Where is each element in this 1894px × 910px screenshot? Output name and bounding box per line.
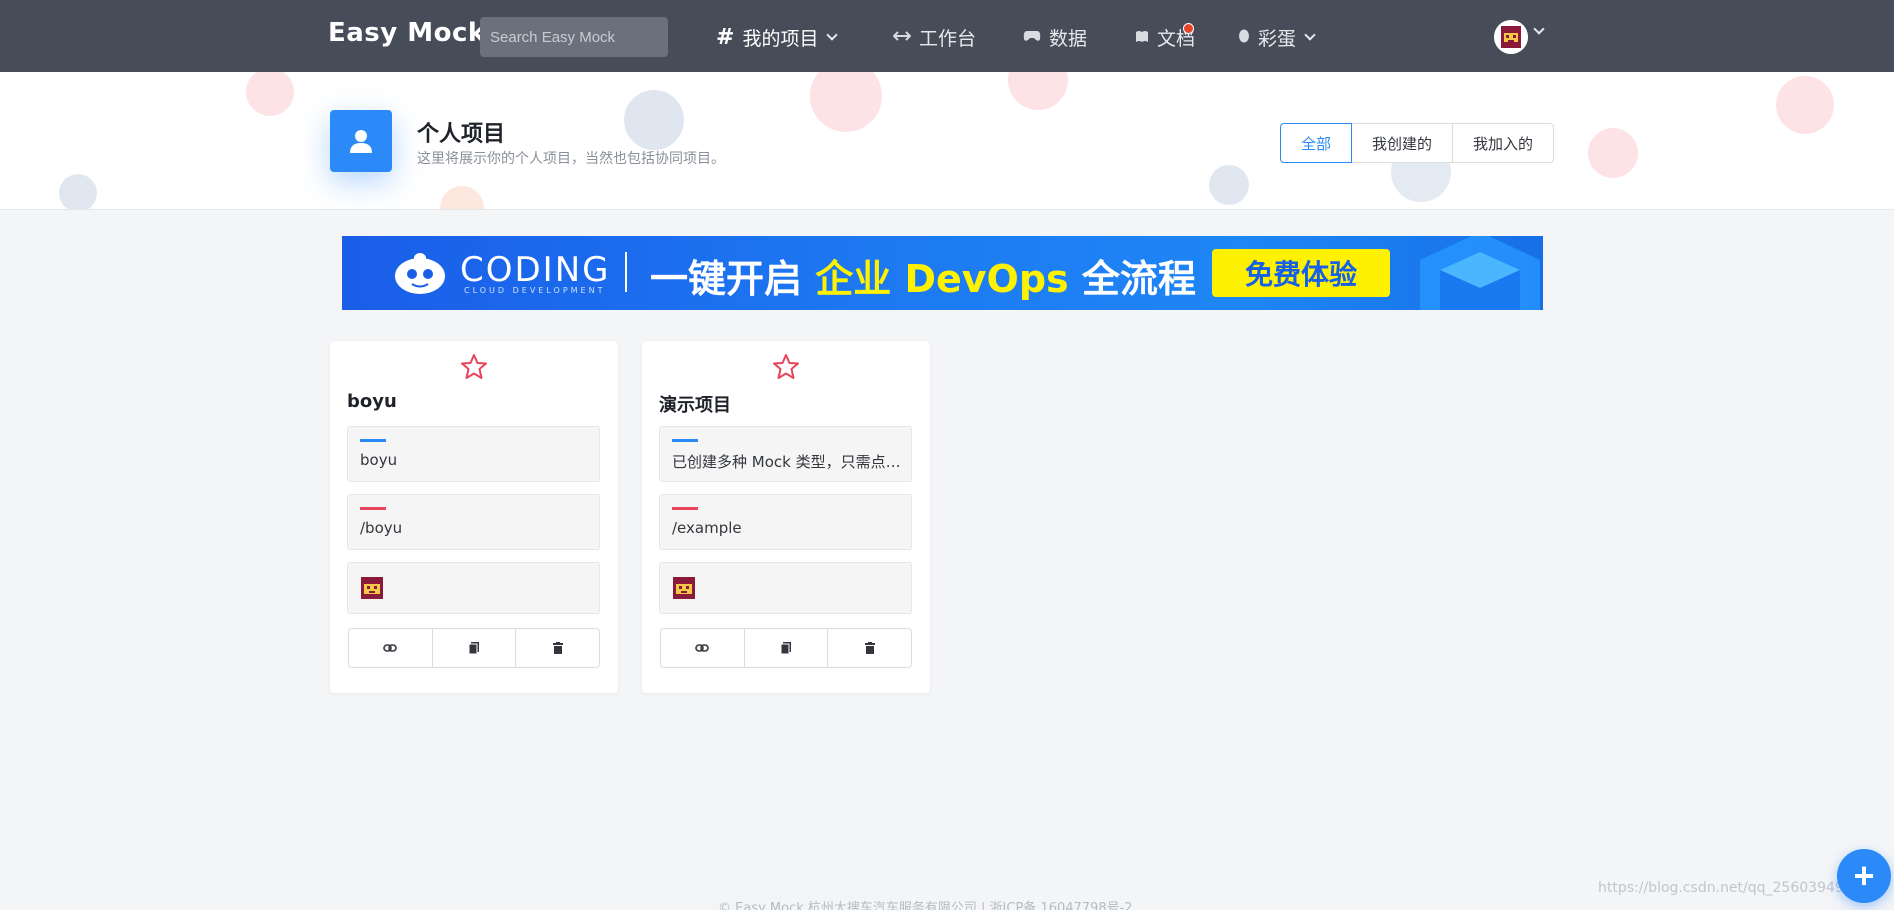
hash-icon: #	[716, 25, 735, 50]
project-url: /boyu	[360, 519, 403, 537]
clone-button[interactable]	[743, 629, 828, 667]
page-description: 这里将展示你的个人项目，当然也包括协同项目。	[417, 151, 725, 167]
copy-link-button[interactable]	[349, 629, 432, 667]
filter-all[interactable]: 全部	[1280, 123, 1353, 163]
url-marker	[360, 507, 386, 510]
star-icon[interactable]	[459, 352, 489, 382]
nav-easter-egg[interactable]: 彩蛋	[1238, 24, 1316, 51]
code-arrows-icon	[892, 27, 912, 48]
link-icon	[695, 644, 710, 652]
egg-icon	[1238, 27, 1250, 48]
member-avatar[interactable]	[672, 576, 696, 600]
plus-icon: +	[1853, 855, 1875, 896]
coding-monkey-logo	[395, 253, 445, 294]
nav-easter-egg-label: 彩蛋	[1258, 28, 1297, 50]
chevron-down-icon	[826, 29, 839, 41]
banner-slogan: 一键开启 企业 DevOps 全流程	[650, 248, 1196, 303]
nav-my-projects[interactable]: # 我的项目	[716, 24, 839, 51]
copy-icon	[781, 642, 791, 654]
project-name[interactable]: 演示项目	[659, 391, 731, 417]
project-url: /example	[672, 519, 742, 537]
description-marker	[360, 439, 386, 442]
filter-joined[interactable]: 我加入的	[1452, 123, 1555, 163]
filter-created[interactable]: 我创建的	[1351, 123, 1454, 163]
decor-bubble	[440, 186, 484, 209]
description-marker	[672, 439, 698, 442]
clone-button[interactable]	[431, 629, 516, 667]
nav-workbench[interactable]: 工作台	[892, 24, 977, 51]
project-description: 已创建多种 Mock 类型，只需点击预览便可查看效果。	[672, 453, 902, 471]
gamepad-icon	[1023, 27, 1041, 48]
decor-bubble	[59, 174, 97, 209]
watermark: https://blog.csdn.net/qq_25603949	[1598, 880, 1844, 896]
top-navbar: Easy Mock # 我的项目 工作台 数据 文档 彩蛋	[0, 0, 1894, 72]
project-actions	[348, 628, 600, 668]
copy-link-button[interactable]	[661, 629, 744, 667]
decor-bubble	[624, 90, 684, 150]
project-actions	[660, 628, 912, 668]
coding-ad-banner[interactable]: CODING CLOUD DEVELOPMENT 一键开启 企业 DevOps …	[342, 236, 1543, 310]
banner-brand-sub: CLOUD DEVELOPMENT	[464, 286, 606, 295]
project-type-icon	[330, 110, 392, 172]
trash-icon	[552, 642, 563, 654]
project-members-field	[347, 562, 600, 614]
project-members-field	[659, 562, 912, 614]
project-card[interactable]: 演示项目 已创建多种 Mock 类型，只需点击预览便可查看效果。 /exampl…	[642, 341, 930, 693]
star-icon[interactable]	[771, 352, 801, 382]
nav-my-projects-label: 我的项目	[742, 28, 819, 50]
project-card[interactable]: boyu boyu /boyu	[330, 341, 618, 693]
project-description-field: 已创建多种 Mock 类型，只需点击预览便可查看效果。	[659, 426, 912, 482]
trash-icon	[864, 642, 875, 654]
banner-slogan-pre: 一键开启	[650, 257, 816, 301]
banner-slogan-highlight: 企业 DevOps	[815, 257, 1069, 301]
page-header: 个人项目 这里将展示你的个人项目，当然也包括协同项目。 全部 我创建的 我加入的	[0, 72, 1894, 210]
notification-dot	[1183, 23, 1194, 34]
search-input[interactable]	[480, 17, 668, 57]
project-url-field: /example	[659, 494, 912, 550]
link-icon	[383, 644, 398, 652]
nav-data-label: 数据	[1049, 28, 1088, 50]
banner-divider	[625, 252, 627, 292]
delete-button[interactable]	[515, 629, 599, 667]
decor-bubble	[246, 72, 294, 116]
decor-bubble	[810, 72, 882, 132]
app-logo[interactable]: Easy Mock	[328, 18, 486, 48]
decor-bubble	[1776, 76, 1834, 134]
delete-button[interactable]	[827, 629, 911, 667]
project-filter-group: 全部 我创建的 我加入的	[1280, 123, 1555, 163]
user-avatar[interactable]	[1494, 20, 1528, 54]
nav-data[interactable]: 数据	[1023, 24, 1087, 51]
page-title: 个人项目	[417, 122, 506, 147]
url-marker	[672, 507, 698, 510]
member-avatar[interactable]	[360, 576, 384, 600]
banner-cube-graphic	[1420, 236, 1540, 310]
user-icon	[350, 130, 372, 153]
create-project-button[interactable]: +	[1837, 849, 1891, 903]
banner-slogan-post: 全流程	[1068, 257, 1196, 301]
banner-cta-button[interactable]: 免费体验	[1212, 249, 1390, 297]
nav-workbench-label: 工作台	[919, 28, 977, 50]
banner-brand: CODING	[460, 250, 611, 290]
project-description: boyu	[360, 451, 398, 469]
copy-icon	[469, 642, 479, 654]
footer-copyright: © Easy Mock 杭州大搜车汽车服务有限公司 | 浙ICP备 160477…	[718, 901, 1133, 910]
decor-bubble	[1209, 165, 1249, 205]
project-url-field: /boyu	[347, 494, 600, 550]
project-description-field: boyu	[347, 426, 600, 482]
chevron-down-icon	[1304, 29, 1316, 41]
chevron-down-icon[interactable]	[1533, 23, 1545, 35]
book-icon	[1135, 27, 1149, 48]
project-name[interactable]: boyu	[347, 391, 397, 412]
decor-bubble	[1588, 128, 1638, 178]
decor-bubble	[1008, 72, 1068, 110]
